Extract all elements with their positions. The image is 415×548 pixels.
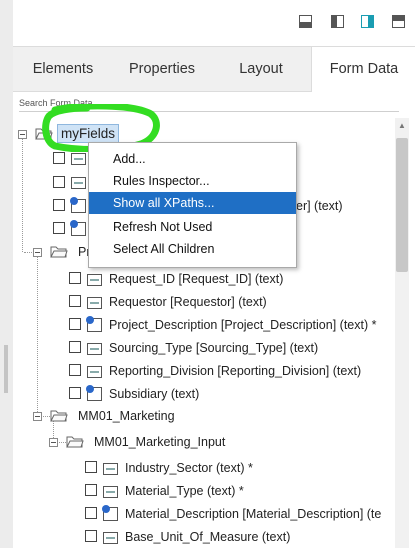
checkbox[interactable]	[69, 272, 81, 284]
tree-item[interactable]: Requestor [Requestor] (text)	[109, 292, 267, 312]
field-icon	[103, 532, 118, 544]
tree-item[interactable]: Material_Type (text) *	[125, 481, 244, 501]
tab-properties[interactable]: Properties	[113, 47, 211, 92]
checkbox[interactable]	[85, 530, 97, 542]
tree-item[interactable]: Reporting_Division [Reporting_Division] …	[109, 361, 361, 381]
folder-open-icon	[66, 436, 84, 448]
field-icon	[71, 153, 86, 165]
checkbox[interactable]	[53, 176, 65, 188]
checkbox[interactable]	[85, 507, 97, 519]
field-icon	[103, 486, 118, 498]
required-field-icon	[86, 316, 102, 332]
checkbox[interactable]	[85, 461, 97, 473]
tree-item[interactable]: Sourcing_Type [Sourcing_Type] (text)	[109, 338, 318, 358]
checkbox[interactable]	[85, 484, 97, 496]
checkbox[interactable]	[69, 341, 81, 353]
field-icon	[87, 343, 102, 355]
field-icon	[87, 366, 102, 378]
tree-item[interactable]: Material_Description [Material_Descripti…	[125, 504, 393, 524]
tree-item-partial[interactable]: er] (text)	[296, 196, 343, 216]
tree-line	[37, 256, 38, 418]
checkbox[interactable]	[69, 318, 81, 330]
menu-item-rules-inspector[interactable]: Rules Inspector...	[89, 170, 296, 192]
panel-toolbar	[13, 0, 415, 46]
top-panel-icon[interactable]	[392, 15, 405, 28]
context-menu: Add... Rules Inspector... Show all XPath…	[88, 142, 297, 268]
scroll-up-arrow-icon[interactable]: ▲	[395, 120, 409, 132]
collapse-toggle[interactable]	[33, 412, 42, 421]
checkbox[interactable]	[69, 295, 81, 307]
folder-open-icon	[50, 246, 68, 258]
tab-form-data[interactable]: Form Data	[311, 47, 415, 93]
tree-item[interactable]: Request_ID [Request_ID] (text)	[109, 269, 283, 289]
checkbox[interactable]	[53, 152, 65, 164]
required-field-icon	[70, 220, 86, 236]
collapse-toggle[interactable]	[49, 438, 58, 447]
menu-item-show-all-xpaths[interactable]: Show all XPaths...	[89, 192, 296, 214]
menu-item-add[interactable]: Add...	[89, 148, 296, 170]
tree-item[interactable]: Base_Unit_Of_Measure (text)	[125, 527, 290, 547]
bottom-panel-icon[interactable]	[299, 15, 312, 28]
field-icon	[71, 177, 86, 189]
menu-item-refresh-not-used[interactable]: Refresh Not Used	[89, 216, 296, 238]
field-icon	[87, 297, 102, 309]
field-icon	[87, 274, 102, 286]
field-icon	[103, 463, 118, 475]
tab-bar: Elements Properties Layout Form Data	[13, 46, 415, 93]
menu-item-select-all-children[interactable]: Select All Children	[89, 238, 296, 260]
folder-open-icon	[50, 410, 68, 422]
tree-item[interactable]: Project_Description [Project_Description…	[109, 315, 376, 335]
required-field-icon	[86, 385, 102, 401]
checkbox[interactable]	[69, 387, 81, 399]
tab-elements[interactable]: Elements	[13, 47, 113, 92]
tab-layout[interactable]: Layout	[211, 47, 311, 92]
tree-group-label[interactable]: MM01_Marketing	[78, 406, 175, 426]
tree-group-label[interactable]: MM01_Marketing_Input	[94, 432, 225, 452]
tree-item[interactable]: Subsidiary (text)	[109, 384, 199, 404]
required-field-icon	[102, 505, 118, 521]
resize-grip[interactable]	[4, 345, 8, 393]
right-panel-icon[interactable]	[361, 15, 374, 28]
required-field-icon	[70, 197, 86, 213]
tree-line	[22, 138, 23, 252]
left-panel-strip	[0, 0, 14, 548]
collapse-toggle[interactable]	[18, 130, 27, 139]
checkbox[interactable]	[53, 199, 65, 211]
collapse-toggle[interactable]	[33, 248, 42, 257]
left-panel-icon[interactable]	[331, 15, 344, 28]
checkbox[interactable]	[53, 222, 65, 234]
scroll-thumb[interactable]	[396, 138, 408, 272]
tree-item[interactable]: Industry_Sector (text) *	[125, 458, 253, 478]
checkbox[interactable]	[69, 364, 81, 376]
